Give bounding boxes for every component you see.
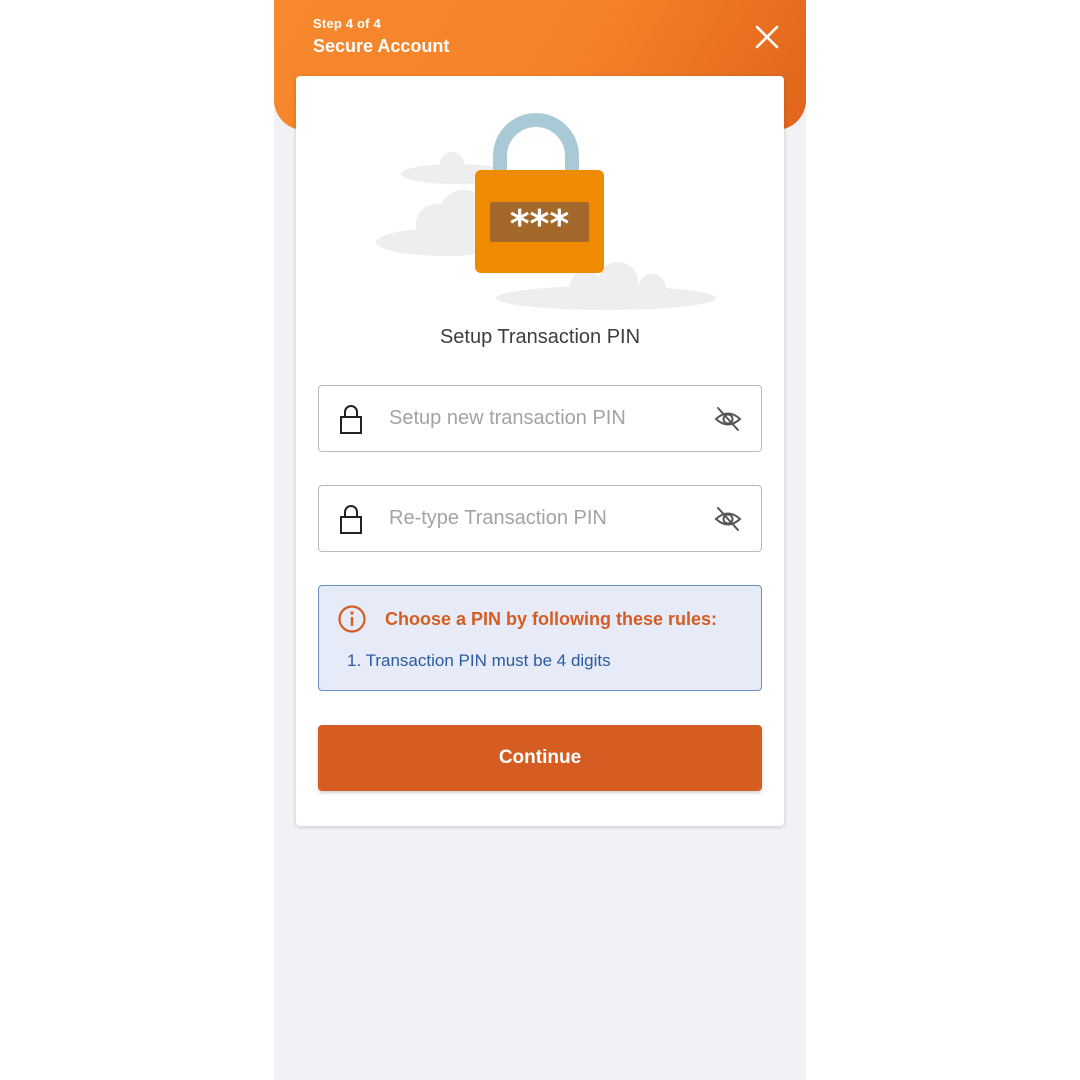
close-button[interactable]: [752, 22, 782, 52]
app-screen: Step 4 of 4 Secure Account *** Setup Tra…: [274, 0, 806, 1080]
page-title: Setup Transaction PIN: [439, 326, 641, 348]
eye-off-icon[interactable]: [713, 504, 743, 534]
rule-item: 1. Transaction PIN must be 4 digits: [347, 651, 611, 670]
padlock-illustration: ***: [376, 113, 716, 310]
padlock-icon: [475, 113, 604, 273]
info-icon: [338, 605, 366, 633]
pin-setup-card: *** Setup Transaction PIN Choose a PIN b…: [296, 76, 784, 826]
step-indicator: Step 4 of 4: [313, 16, 381, 31]
lock-icon: [340, 405, 362, 434]
pin-rules-box: Choose a PIN by following these rules: 1…: [318, 585, 762, 691]
new-pin-field: [318, 385, 762, 452]
retype-pin-field: [318, 485, 762, 552]
header-title: Secure Account: [313, 36, 450, 56]
new-pin-input[interactable]: [389, 386, 699, 450]
close-icon: [755, 25, 779, 49]
continue-button[interactable]: Continue: [318, 725, 762, 791]
retype-pin-input[interactable]: [389, 486, 699, 550]
lock-icon: [340, 505, 362, 534]
rules-title: Choose a PIN by following these rules:: [385, 609, 718, 629]
masked-pin-text: ***: [510, 202, 570, 246]
eye-off-icon[interactable]: [713, 404, 743, 434]
